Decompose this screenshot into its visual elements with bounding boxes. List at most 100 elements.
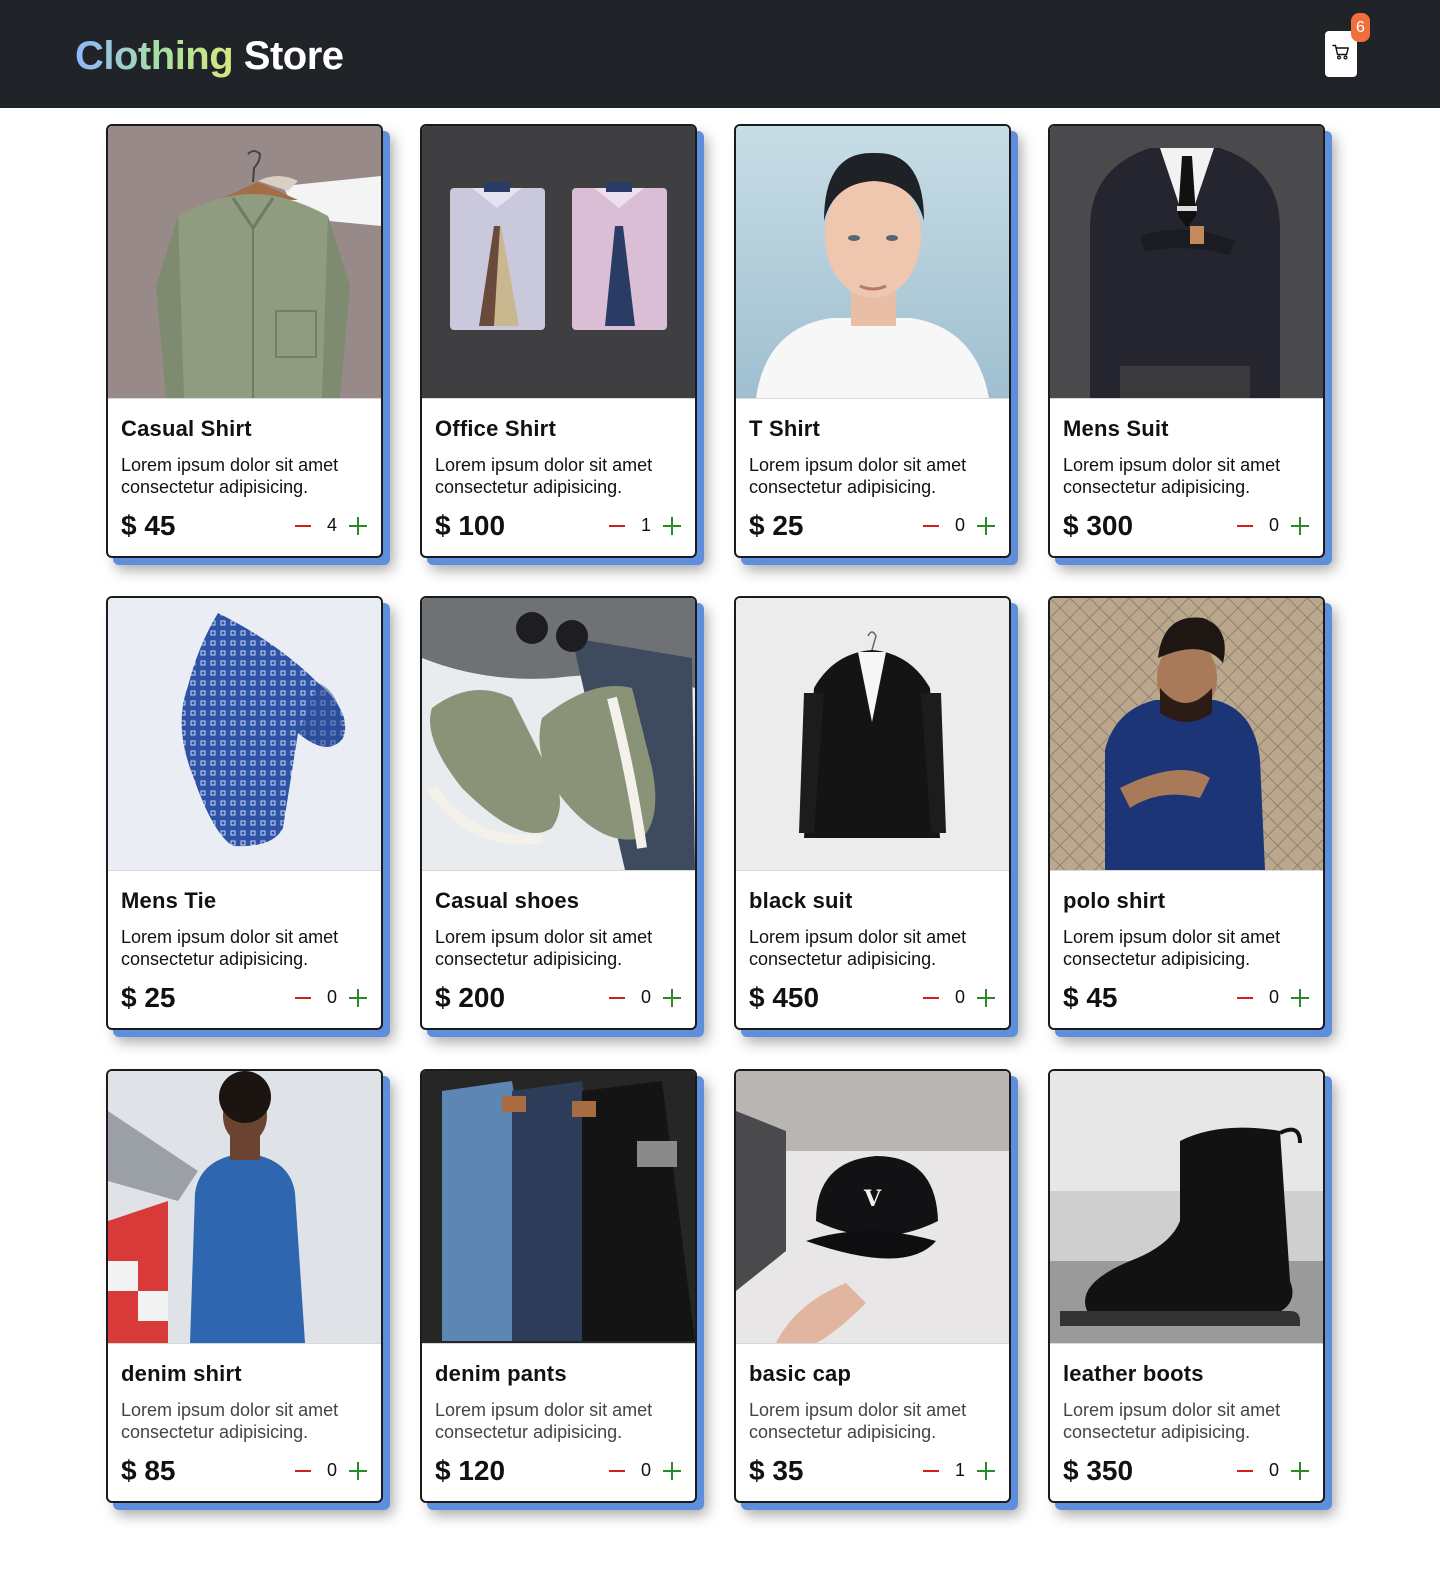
- product-image-denim-pants: [422, 1071, 695, 1343]
- decrease-quantity-button[interactable]: [923, 1469, 939, 1472]
- decrease-quantity-button[interactable]: [1237, 524, 1253, 527]
- product-card-casual-shirt: Casual Shirt Lorem ipsum dolor sit amet …: [106, 124, 383, 558]
- quantity-control: 0: [1237, 987, 1309, 1008]
- quantity-count: 0: [326, 987, 337, 1007]
- increase-quantity-button[interactable]: [977, 1461, 995, 1480]
- product-image-leather-boots: [1050, 1071, 1323, 1343]
- product-price: $ 35: [749, 1455, 804, 1486]
- product-image-t-shirt: [736, 126, 1009, 398]
- navbar: Clothing Store 6: [0, 0, 1440, 108]
- decrease-quantity-button[interactable]: [609, 1469, 625, 1472]
- increase-quantity-button[interactable]: [1291, 988, 1309, 1007]
- quantity-control: 0: [923, 987, 995, 1008]
- increase-quantity-button[interactable]: [663, 516, 681, 535]
- product-description: Lorem ipsum dolor sit amet consectetur a…: [749, 1400, 967, 1442]
- quantity-count: 0: [1268, 987, 1279, 1007]
- decrease-quantity-button[interactable]: [609, 996, 625, 999]
- card-divider: [108, 1343, 381, 1344]
- product-title: leather boots: [1063, 1361, 1204, 1386]
- product-price: $ 200: [435, 982, 506, 1013]
- product-price: $ 45: [121, 510, 176, 541]
- decrease-quantity-button[interactable]: [295, 996, 311, 999]
- quantity-count: 0: [1268, 1460, 1279, 1480]
- increase-quantity-button[interactable]: [663, 988, 681, 1007]
- product-title: T Shirt: [749, 416, 821, 441]
- product-image-casual-shoes: [422, 598, 695, 870]
- product-price: $ 450: [749, 982, 820, 1013]
- product-image-office-shirt: [422, 126, 695, 398]
- quantity-count: 0: [954, 987, 965, 1007]
- decrease-quantity-button[interactable]: [609, 524, 625, 527]
- product-image-mens-tie: [108, 598, 381, 870]
- brand-logo[interactable]: Clothing Store: [75, 34, 344, 79]
- quantity-count: 1: [954, 1460, 965, 1480]
- card-divider: [1050, 870, 1323, 871]
- product-price: $ 25: [749, 510, 804, 541]
- product-description: Lorem ipsum dolor sit amet consectetur a…: [749, 455, 967, 497]
- product-card-polo-shirt: polo shirt Lorem ipsum dolor sit amet co…: [1048, 596, 1325, 1030]
- product-image-mens-suit: [1050, 126, 1323, 398]
- decrease-quantity-button[interactable]: [923, 524, 939, 527]
- quantity-count: 0: [640, 987, 651, 1007]
- decrease-quantity-button[interactable]: [1237, 996, 1253, 999]
- card-divider: [422, 398, 695, 399]
- product-description: Lorem ipsum dolor sit amet consectetur a…: [1063, 1400, 1281, 1442]
- product-card-denim-pants: denim pants Lorem ipsum dolor sit amet c…: [420, 1069, 697, 1503]
- quantity-control: 0: [923, 515, 995, 536]
- brand-word-clothing: Clothing: [75, 34, 234, 78]
- increase-quantity-button[interactable]: [977, 988, 995, 1007]
- product-description: Lorem ipsum dolor sit amet consectetur a…: [121, 455, 339, 497]
- product-description: Lorem ipsum dolor sit amet consectetur a…: [1063, 455, 1281, 497]
- decrease-quantity-button[interactable]: [295, 524, 311, 527]
- decrease-quantity-button[interactable]: [295, 1469, 311, 1472]
- product-title: Office Shirt: [435, 416, 556, 441]
- product-description: Lorem ipsum dolor sit amet consectetur a…: [1063, 927, 1281, 969]
- quantity-count: 0: [1268, 515, 1279, 535]
- card-divider: [1050, 1343, 1323, 1344]
- increase-quantity-button[interactable]: [349, 516, 367, 535]
- product-description: Lorem ipsum dolor sit amet consectetur a…: [435, 1400, 653, 1442]
- quantity-control: 0: [609, 987, 681, 1008]
- product-price: $ 350: [1063, 1455, 1134, 1486]
- product-card-casual-shoes: Casual shoes Lorem ipsum dolor sit amet …: [420, 596, 697, 1030]
- product-title: denim shirt: [121, 1361, 242, 1386]
- product-card-leather-boots: leather boots Lorem ipsum dolor sit amet…: [1048, 1069, 1325, 1503]
- card-divider: [422, 1343, 695, 1344]
- product-card-denim-shirt: denim shirt Lorem ipsum dolor sit amet c…: [106, 1069, 383, 1503]
- product-price: $ 300: [1063, 510, 1134, 541]
- product-card-t-shirt: T Shirt Lorem ipsum dolor sit amet conse…: [734, 124, 1011, 558]
- quantity-control: 0: [295, 1460, 367, 1481]
- card-divider: [1050, 398, 1323, 399]
- product-price: $ 45: [1063, 982, 1118, 1013]
- increase-quantity-button[interactable]: [977, 516, 995, 535]
- quantity-count: 0: [326, 1460, 337, 1480]
- decrease-quantity-button[interactable]: [1237, 1469, 1253, 1472]
- cart-count-badge: 6: [1351, 13, 1370, 42]
- product-card-mens-suit: Mens Suit Lorem ipsum dolor sit amet con…: [1048, 124, 1325, 558]
- product-description: Lorem ipsum dolor sit amet consectetur a…: [121, 1400, 339, 1442]
- decrease-quantity-button[interactable]: [923, 996, 939, 999]
- product-title: Casual Shirt: [121, 416, 252, 441]
- product-title: Mens Tie: [121, 888, 217, 913]
- product-price: $ 120: [435, 1455, 506, 1486]
- product-card-basic-cap: V basic cap Lorem ipsum dolor sit amet c…: [734, 1069, 1011, 1503]
- product-price: $ 100: [435, 510, 506, 541]
- increase-quantity-button[interactable]: [1291, 1461, 1309, 1480]
- quantity-control: 0: [1237, 1460, 1309, 1481]
- increase-quantity-button[interactable]: [663, 1461, 681, 1480]
- svg-text:V: V: [863, 1186, 882, 1212]
- increase-quantity-button[interactable]: [349, 1461, 367, 1480]
- card-divider: [736, 870, 1009, 871]
- increase-quantity-button[interactable]: [349, 988, 367, 1007]
- quantity-count: 0: [954, 515, 965, 535]
- quantity-control: 0: [295, 987, 367, 1008]
- card-divider: [108, 870, 381, 871]
- card-divider: [736, 1343, 1009, 1344]
- cart-icon: [1332, 44, 1350, 65]
- product-card-mens-tie: Mens Tie Lorem ipsum dolor sit amet cons…: [106, 596, 383, 1030]
- product-title: polo shirt: [1063, 888, 1166, 913]
- product-description: Lorem ipsum dolor sit amet consectetur a…: [121, 927, 339, 969]
- increase-quantity-button[interactable]: [1291, 516, 1309, 535]
- card-divider: [422, 870, 695, 871]
- product-price: $ 85: [121, 1455, 176, 1486]
